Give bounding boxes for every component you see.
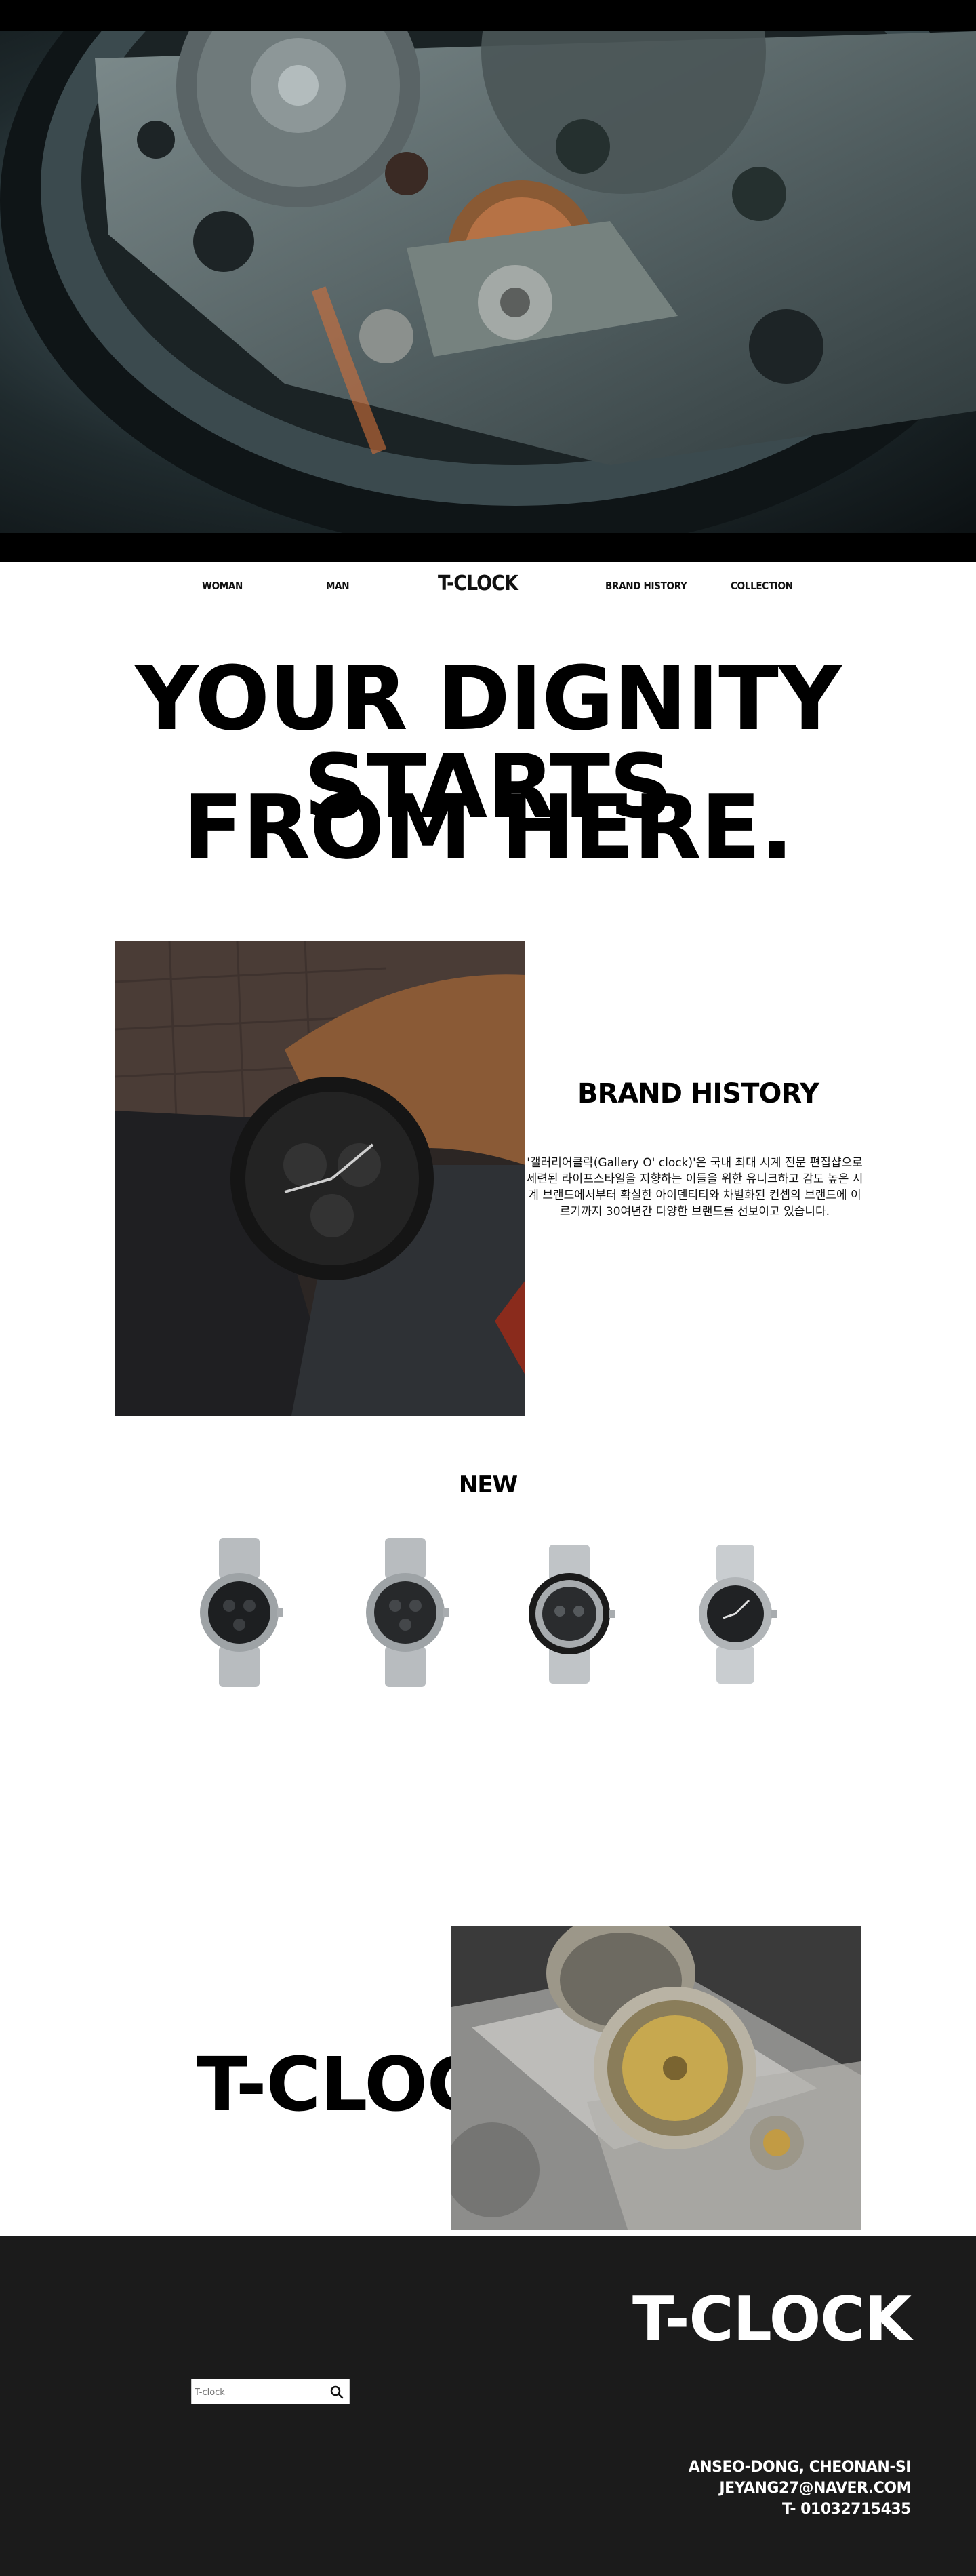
footer-email[interactable]: JEYANG27@NAVER.COM <box>689 2478 911 2499</box>
nav-logo[interactable]: T-CLOCK <box>438 572 518 595</box>
product-watch-3[interactable] <box>522 1538 617 1687</box>
watch-icon <box>366 1538 449 1687</box>
nav-woman[interactable]: WOMAN <box>202 580 243 592</box>
product-watch-2[interactable] <box>358 1538 453 1687</box>
footer-address: ANSEO-DONG, CHEONAN-SI <box>688 2459 912 2476</box>
footer: T-CLOCK ANSEO-DONG, CHEONAN-SI JEYANG27@… <box>0 2236 976 2576</box>
brand-history-title: BRAND HISTORY <box>577 1078 819 1109</box>
new-section-title: NEW <box>458 1471 518 1499</box>
watch-icon <box>699 1545 777 1684</box>
footer-contact: ANSEO-DONG, CHEONAN-SI JEYANG27@NAVER.CO… <box>688 2457 912 2520</box>
feature-image <box>451 1926 861 2230</box>
brand-history-text: '갤러리어클락(Gallery O' clock)'은 국내 최대 시계 전문 … <box>526 1156 863 1218</box>
footer-logo[interactable]: T-CLOCK <box>632 2284 912 2355</box>
footer-phone: T- 01032715435 <box>782 2501 911 2518</box>
hero-top-bar <box>0 0 976 31</box>
watch-icon <box>529 1545 615 1684</box>
watch-icon <box>200 1538 283 1687</box>
nav-collection[interactable]: COLLECTION <box>731 580 793 592</box>
search-box <box>191 2379 350 2404</box>
hero-image <box>0 31 976 533</box>
product-watch-4[interactable] <box>688 1538 783 1687</box>
nav-brand-history[interactable]: BRAND HISTORY <box>605 580 687 592</box>
watch-movement-illustration <box>0 31 976 533</box>
wrist-watch-illustration <box>115 941 525 1416</box>
headline-line-2: FROM HERE. <box>183 776 794 879</box>
pocket-watch-illustration <box>451 1926 861 2230</box>
main-nav: WOMAN MAN T-CLOCK BRAND HISTORY COLLECTI… <box>0 562 976 610</box>
brand-history-image <box>115 941 525 1416</box>
search-icon[interactable] <box>329 2384 345 2400</box>
hero-bottom-bar <box>0 533 976 562</box>
search-input[interactable] <box>195 2385 323 2400</box>
product-watch-1[interactable] <box>192 1538 287 1687</box>
nav-man[interactable]: MAN <box>326 580 350 592</box>
